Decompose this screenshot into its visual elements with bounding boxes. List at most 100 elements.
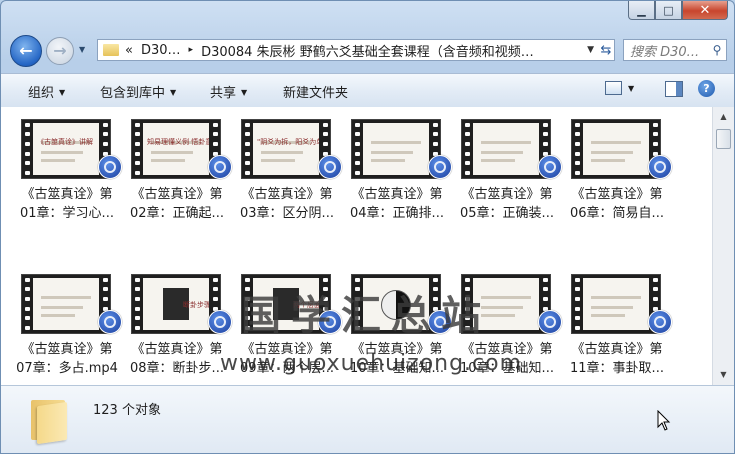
file-name: 《古筮真诠》第 07章：多占.mp4 [15,340,119,378]
watermark-chinese: 国学汇总站 [241,292,491,339]
navigation-bar: ← → ▼ « D30… ▸ D30084 朱辰彬 野鹤六爻基础全套课程（含音频… [1,33,734,67]
slide-text-line [151,151,193,154]
media-player-icon [98,155,122,179]
breadcrumb-overflow[interactable]: « [125,43,133,58]
thumbnail-frame [33,278,99,330]
slide-text-line [261,159,295,162]
slide-text-line [41,314,75,317]
include-in-library-menu[interactable]: 包含到库中 ▼ [100,82,176,101]
slide-text-line [591,306,633,309]
thumbnail-title: 断卦步骤 [183,301,209,309]
media-player-icon [648,310,672,334]
breadcrumb-parent[interactable]: D30… [141,43,181,58]
maximize-button[interactable]: □ [655,1,682,20]
new-folder-button[interactable]: 新建文件夹 [283,82,348,101]
film-strip-icon [22,275,32,333]
refresh-icon: ⇆ [600,42,612,58]
file-item[interactable]: "阴爻为拆，阳爻为单" 《古筮真诠》第 03章：区分阴... [240,119,342,259]
film-strip-icon [572,120,582,178]
file-name-line: 《古筮真诠》第 [351,187,443,202]
explorer-window: ▁ □ ✕ ← → ▼ « D30… ▸ D30084 朱辰彬 野鹤六爻基础全套… [0,0,735,454]
file-name-line: 05章：正确装... [460,206,554,221]
organize-label: 组织 [28,86,55,101]
share-label: 共享 [210,86,237,101]
slide-text-line [41,306,83,309]
media-player-icon [318,155,342,179]
file-item[interactable]: 《古筮真诠》第 05章：正确装... [460,119,562,259]
back-button[interactable]: ← [10,35,42,67]
file-item[interactable]: 《古筮真诠》第 06章：简易自... [570,119,672,259]
file-name-line: 《古筮真诠》第 [241,187,333,202]
forward-button[interactable]: → [46,37,74,65]
scroll-down-icon[interactable]: ▼ [716,367,731,383]
thumbnail-frame: 《古筮真诠》讲解 [33,123,99,175]
thumbnail-title: 《古筮真诠》讲解 [37,138,93,146]
thumbnail-frame [363,123,429,175]
slide-text-line [151,159,185,162]
file-name: 《古筮真诠》第 06章：简易自... [565,185,669,223]
include-in-library-label: 包含到库中 [100,86,166,101]
file-item[interactable]: 《古筮真诠》第 04章：正确排... [350,119,452,259]
file-name-line: 《古筮真诠》第 [461,187,553,202]
new-folder-label: 新建文件夹 [283,86,349,101]
thumbnail-title: 知易理懂义例 悟卦意爻辞法 [147,138,209,146]
file-name-line: 《古筮真诠》第 [571,342,663,357]
maximize-icon: □ [663,3,674,17]
file-item[interactable]: 《古筮真诠》讲解 《古筮真诠》第 01章：学习心... [20,119,122,259]
file-name: 《古筮真诠》第 08章：断卦步... [125,340,229,378]
folder-icon [31,396,71,445]
address-bar[interactable]: « D30… ▸ D30084 朱辰彬 野鹤六爻基础全套课程（含音频和视频… ▼ [97,39,615,61]
recent-pages-dropdown[interactable]: ▼ [79,45,85,54]
file-name-line: 《古筮真诠》第 [571,187,663,202]
slide-text-line [591,296,641,299]
file-list[interactable]: 《古筮真诠》讲解《古筮真诠》第01章：学习心...知易理懂义例 悟卦意爻辞法《古… [1,107,712,385]
file-item[interactable]: 知易理懂义例 悟卦意爻辞法《古筮真诠》第 02章：正确起... [130,119,232,259]
close-icon: ✕ [699,2,711,18]
media-player-icon [538,155,562,179]
address-dropdown-icon[interactable]: ▼ [587,45,594,55]
search-box[interactable]: 搜索 D30... ⚲ [623,39,727,61]
preview-pane-button[interactable] [665,81,683,97]
breadcrumb-current[interactable]: D30084 朱辰彬 野鹤六爻基础全套课程（含音频和视频… [201,41,534,60]
slide-text-line [371,141,421,144]
organize-menu[interactable]: 组织 ▼ [28,82,65,101]
media-player-icon [98,310,122,334]
media-player-icon [208,310,232,334]
forward-arrow-icon: → [53,41,67,60]
refresh-button[interactable]: ⇆ [596,39,616,61]
file-name-line: 《古筮真诠》第 [131,187,223,202]
breadcrumb-separator-icon[interactable]: ▸ [189,45,194,55]
slide-text-line [41,296,91,299]
minimize-button[interactable]: ▁ [628,1,655,20]
item-count: 123 个对象 [93,403,161,418]
thumbnail-frame [473,123,539,175]
search-icon[interactable]: ⚲ [708,43,726,57]
file-name-line: 07章：多占.mp4 [16,361,118,376]
file-name-line: 01章：学习心... [20,206,114,221]
chevron-down-icon: ▼ [241,88,248,97]
file-item[interactable]: 《古筮真诠》第 11章：事卦取... [570,274,672,385]
file-name-line: 11章：事卦取... [570,361,664,376]
slide-text-line [261,151,303,154]
slide-text-line [591,159,625,162]
chevron-down-icon: ▼ [628,83,635,93]
file-item[interactable]: 断卦步骤 《古筮真诠》第 08章：断卦步... [130,274,232,385]
file-item[interactable]: 《古筮真诠》第 07章：多占.mp4 [16,274,122,385]
share-menu[interactable]: 共享 ▼ [210,82,247,101]
close-button[interactable]: ✕ [682,1,728,20]
film-strip-icon [462,120,472,178]
slide-text-line [371,151,413,154]
change-view-button[interactable]: ▼ [605,81,634,95]
film-strip-icon [242,120,252,178]
slide-text-line [591,151,633,154]
help-button[interactable]: ? [698,80,715,97]
scroll-thumb[interactable] [716,129,731,149]
file-name-line: 04章：正确排... [350,206,444,221]
search-input[interactable]: 搜索 D30... [630,41,708,60]
vertical-scrollbar[interactable]: ▲ ▼ [712,107,734,385]
thumbnail-frame [583,278,649,330]
file-name: 《古筮真诠》第 02章：正确起... [125,185,229,223]
film-strip-icon [572,275,582,333]
scroll-up-icon[interactable]: ▲ [716,109,731,125]
film-strip-icon [352,120,362,178]
